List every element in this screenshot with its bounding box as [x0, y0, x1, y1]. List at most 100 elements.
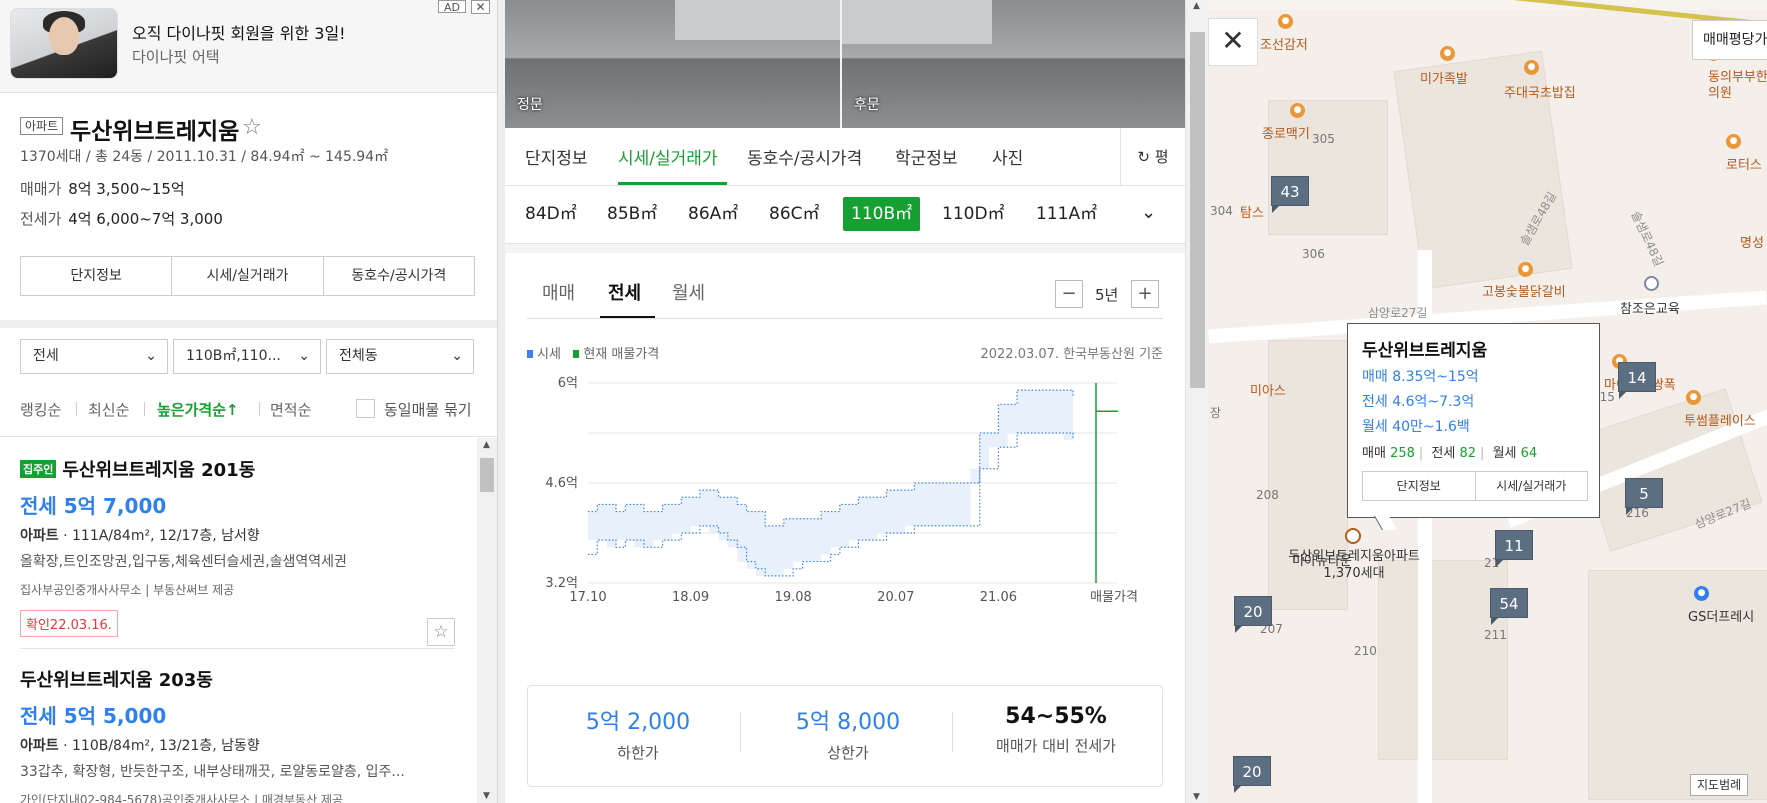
sort-latest[interactable]: 최신순 [88, 399, 129, 420]
photo-back-gate[interactable]: 후문 [842, 0, 1185, 128]
favorite-star-icon[interactable]: ☆ [427, 618, 455, 646]
chevron-down-icon[interactable]: ⌄ [1141, 202, 1156, 223]
list-item[interactable]: 두산위브트레지움 203동 전세 5억 5,000 아파트 · 110B/84m… [20, 666, 455, 803]
stat-low-label: 하한가 [617, 744, 659, 762]
popup-monthly-count: 64 [1520, 446, 1538, 461]
cafe-icon: ● [1686, 390, 1701, 405]
chart-x-tick-label: 21.06 [980, 590, 1017, 605]
popup-jeonse-count: 82 [1459, 446, 1477, 461]
listing-count-marker[interactable]: 54 [1490, 588, 1528, 625]
list-item[interactable]: 집주인 두산위브트레지움 201동 전세 5억 7,000 아파트 · 111A/… [20, 456, 455, 646]
unit-price-button[interactable]: 동호수/공시가격 [324, 257, 474, 295]
listing-type: 아파트 [20, 738, 59, 754]
listing-title: 두산위브트레지움 203동 [20, 670, 213, 691]
deal-tab-jeonse[interactable]: 전세 [608, 279, 641, 305]
popup-complex-info-button[interactable]: 단지정보 [1363, 472, 1476, 500]
popup-buttons: 단지정보 시세/실거래가 [1362, 471, 1588, 501]
listing-desc: 아파트 · 110B/84m², 13/21층, 남동향 [20, 738, 260, 754]
deal-type-select[interactable]: 전세 ⌄ [20, 339, 168, 374]
period-label: 5년 [1095, 286, 1119, 304]
ad-subtitle: 다이나핏 어택 [132, 48, 220, 66]
stat-ratio-label: 매매가 대비 전세가 [996, 737, 1116, 755]
listing-count-marker[interactable]: 11 [1495, 530, 1533, 567]
sort-high-price[interactable]: 높은가격순↑ [157, 399, 239, 420]
market-price-button[interactable]: 시세/실거래가 [172, 257, 324, 295]
stat-high-value: 5억 8,000 [795, 710, 901, 735]
map-label: 탐스 [1240, 206, 1264, 221]
zoom-in-button[interactable]: + [1131, 280, 1159, 308]
popup-market-price-button[interactable]: 시세/실거래가 [1476, 472, 1588, 500]
listing-count-marker[interactable]: 20 [1233, 756, 1271, 793]
tab-photos[interactable]: 사진 [992, 144, 1023, 169]
map-legend-button[interactable]: 지도범례 [1690, 774, 1749, 796]
size-option[interactable]: 86C㎡ [761, 197, 828, 231]
map-block [1268, 100, 1388, 235]
area-select[interactable]: 110B㎡,110... ⌄ [173, 339, 321, 374]
size-option[interactable]: 84D㎡ [517, 197, 585, 231]
pyeong-toggle-button[interactable]: ↻ 평 [1120, 128, 1185, 186]
listing-list: 집주인 두산위브트레지움 201동 전세 5억 7,000 아파트 · 111A/… [0, 438, 497, 803]
tab-school[interactable]: 학군정보 [895, 144, 958, 169]
listing-count-marker[interactable]: 20 [1234, 596, 1272, 633]
ad-banner[interactable]: 오직 다이나핏 회원을 위한 3일! 다이나핏 어택 AD ✕ [0, 0, 497, 93]
listing-count-marker[interactable]: 43 [1271, 176, 1309, 213]
complex-button-row: 단지정보 시세/실거래가 동호수/공시가격 [20, 256, 475, 296]
size-option[interactable]: 111A㎡ [1028, 197, 1105, 231]
deal-tab-monthly[interactable]: 월세 [672, 279, 705, 305]
map-label: 종로맥기 [1262, 127, 1310, 142]
listing-count-marker[interactable]: 14 [1618, 362, 1656, 399]
scroll-down-icon[interactable]: ▼ [1193, 792, 1200, 802]
detail-scrollbar[interactable]: ▲ ▼ [1185, 0, 1208, 803]
stat-ratio-value: 54~55% [1005, 704, 1107, 729]
chart-legend: 시세 현재 매물가격 [527, 343, 659, 362]
map-view[interactable]: ● 조선감저 ● 미가족발 ● 주대국초밥집 ● 동의부부한의원 ● 종로맥기 … [1208, 0, 1767, 803]
scroll-thumb[interactable] [1190, 32, 1205, 388]
size-option-selected[interactable]: 110B㎡ [843, 197, 921, 231]
list-scrollbar[interactable]: ▲ ▼ [477, 438, 497, 803]
zoom-out-button[interactable]: − [1055, 280, 1083, 308]
chart-y-tick-label: 3.2억 [545, 576, 578, 591]
close-icon[interactable]: ✕ [1208, 18, 1258, 66]
sort-divider [76, 402, 77, 416]
stat-high-label: 상한가 [827, 744, 869, 762]
sort-area[interactable]: 면적순 [270, 399, 311, 420]
building-number: 306 [1302, 247, 1325, 261]
map-label: 명성 [1740, 236, 1764, 251]
size-option[interactable]: 110D㎡ [934, 197, 1013, 231]
scroll-down-icon[interactable]: ▼ [483, 791, 490, 801]
sort-ranking[interactable]: 랭킹순 [20, 399, 61, 420]
jeonse-price-label: 전세가 [20, 210, 62, 228]
scroll-up-icon[interactable]: ▲ [483, 440, 490, 450]
tab-market-price[interactable]: 시세/실거래가 [618, 144, 718, 169]
size-option[interactable]: 85B㎡ [599, 197, 665, 231]
property-type-badge: 아파트 [20, 117, 64, 135]
group-listings-checkbox[interactable] [356, 399, 375, 418]
scroll-up-icon[interactable]: ▲ [1193, 1, 1200, 11]
complex-location-pin[interactable] [1345, 528, 1361, 544]
size-option[interactable]: 86A㎡ [680, 197, 746, 231]
complex-info-button[interactable]: 단지정보 [21, 257, 173, 295]
map-label: 참조은교육 [1620, 302, 1680, 317]
legend-current-swatch [573, 350, 580, 358]
building-number: 장 [1210, 406, 1222, 420]
listing-tags: 33갑추, 확장형, 반듯한구조, 내부상태깨끗, 로얄동로얄층, 입주... [20, 764, 405, 780]
deal-tab-sale[interactable]: 매매 [542, 279, 575, 305]
tab-unit-price[interactable]: 동호수/공시가격 [747, 144, 862, 169]
ad-close-icon[interactable]: ✕ [471, 0, 490, 14]
price-card: 매매 전세 월세 − 5년 + 시세 현재 매물가격 2022.03.07. 한… [505, 253, 1185, 803]
map-label: 고봉숯불닭갈비 [1482, 285, 1566, 300]
photo-front-gate[interactable]: 정문 [505, 0, 840, 128]
chart-x-tick-label: 매물가격 [1090, 590, 1138, 605]
listing-count-marker[interactable]: 5 [1625, 478, 1663, 515]
scroll-thumb[interactable] [480, 458, 494, 492]
filter-bar: 전세 ⌄ 110B㎡,110... ⌄ 전체동 ⌄ [0, 320, 497, 385]
building-number: 211 [1484, 628, 1507, 642]
price-type-button[interactable]: 매매평당가 [1692, 20, 1767, 60]
favorite-star-icon[interactable]: ☆ [242, 115, 262, 140]
legend-current: 현재 매물가격 [583, 347, 660, 362]
chart-lower-line [588, 432, 1074, 577]
tab-complex-info[interactable]: 단지정보 [525, 144, 588, 169]
chart-x-tick-label: 20.07 [877, 590, 914, 605]
complex-map-households: 1,370세대 [1323, 566, 1385, 581]
dong-select[interactable]: 전체동 ⌄ [326, 339, 474, 374]
